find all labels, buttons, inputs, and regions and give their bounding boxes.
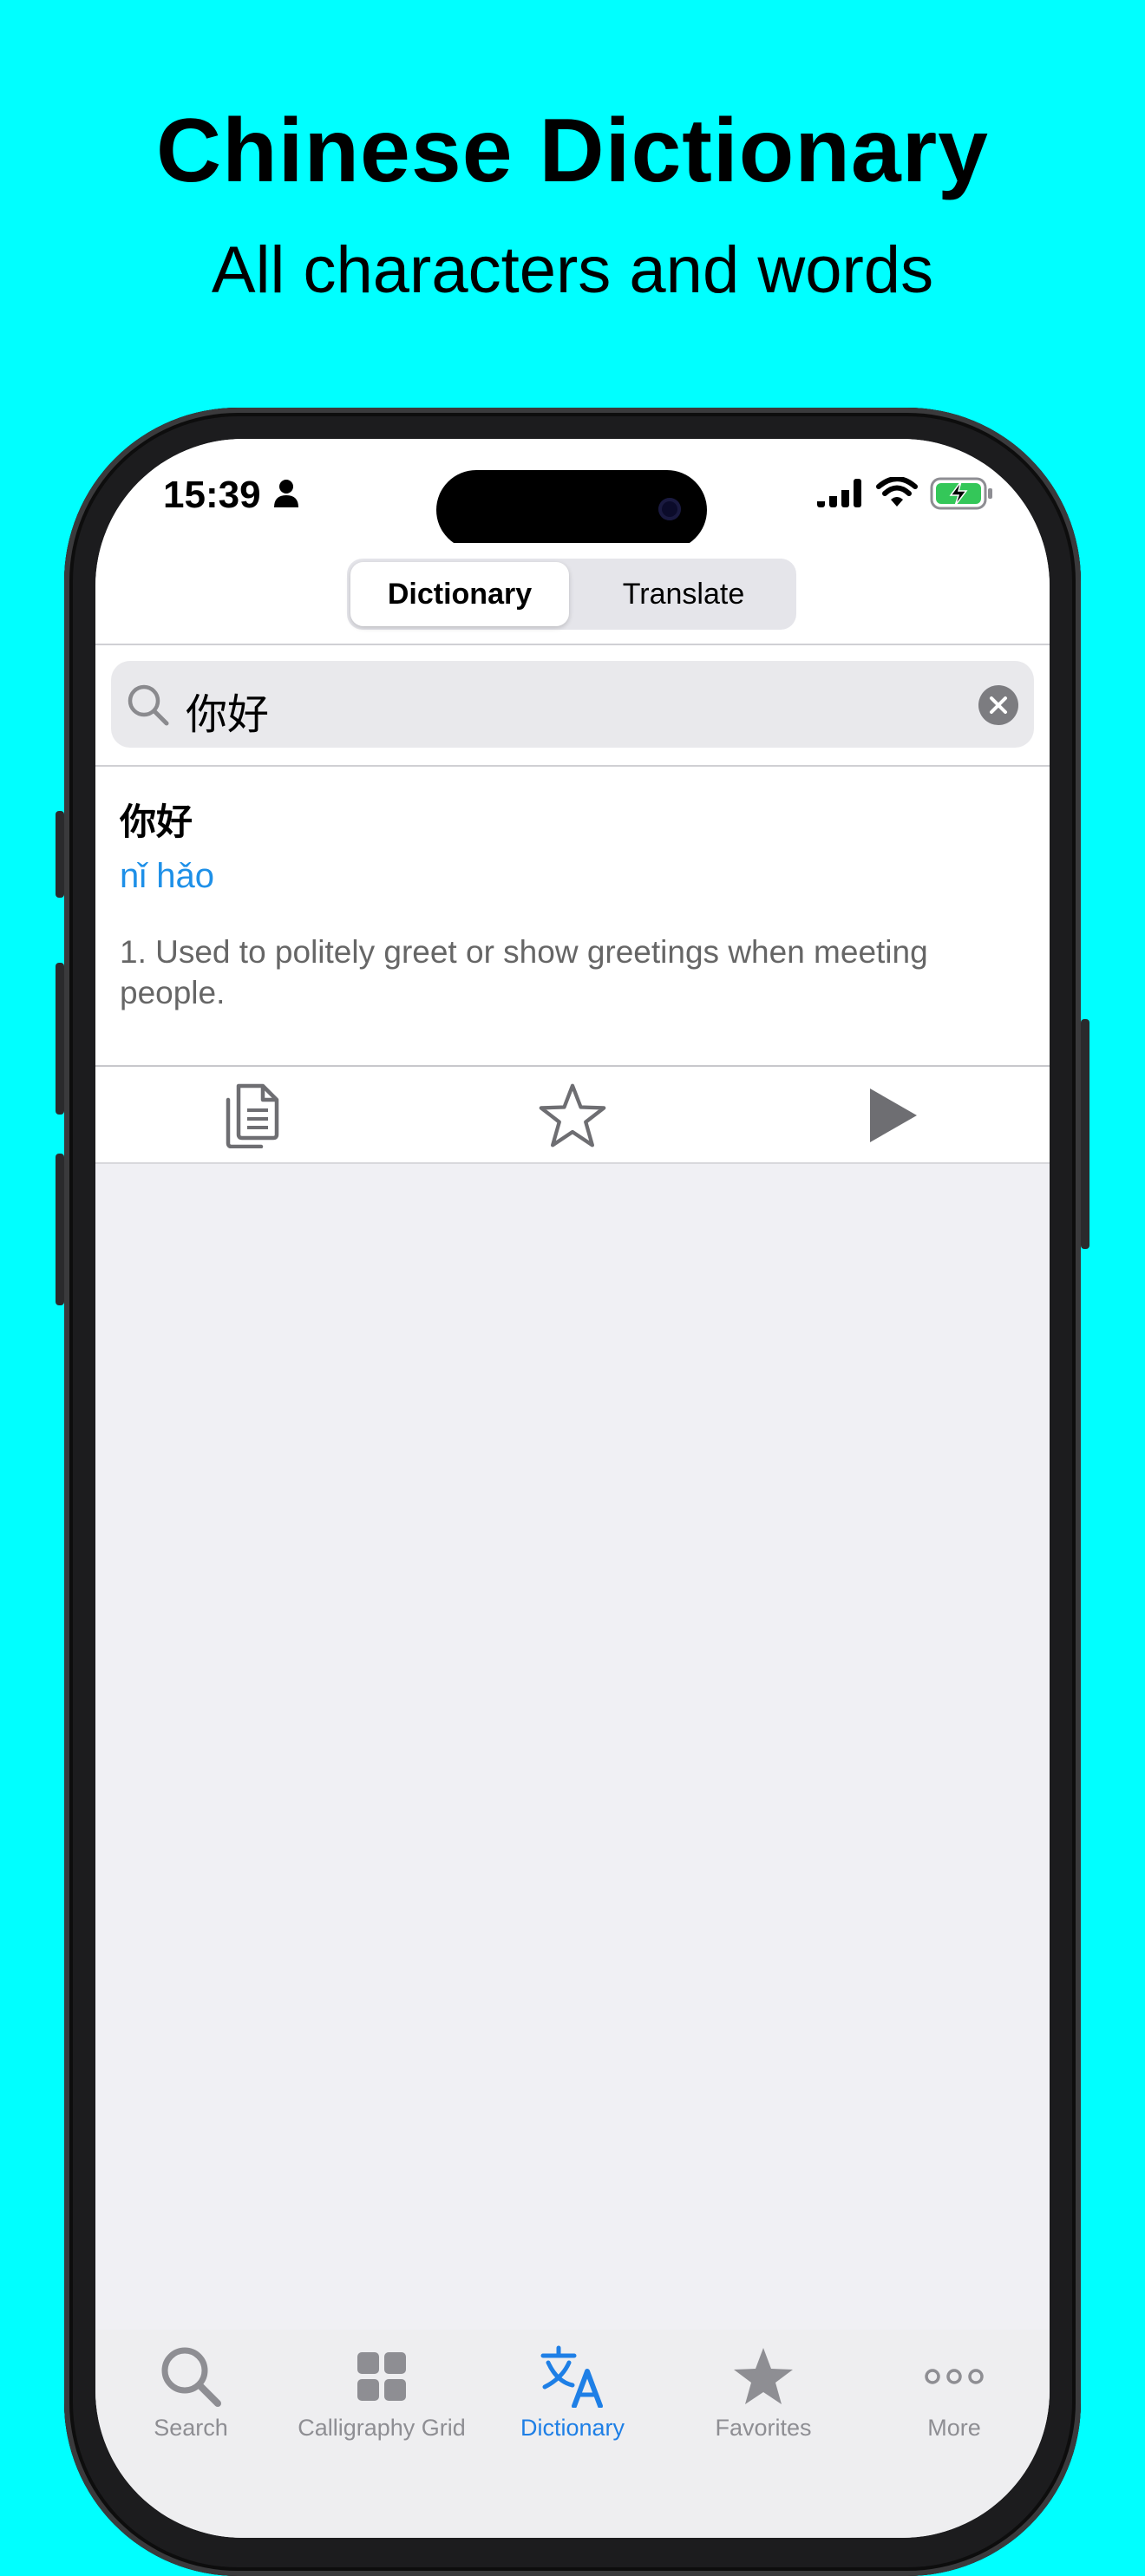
person-icon: [274, 480, 298, 507]
copy-icon: [226, 1083, 279, 1148]
front-camera: [658, 498, 681, 520]
segment-dictionary[interactable]: Dictionary: [350, 562, 569, 626]
power-button: [1081, 1019, 1089, 1249]
tab-label-calligraphy-grid: Calligraphy Grid: [298, 2415, 466, 2441]
status-bar: 15:39: [95, 439, 1050, 550]
tab-label-favorites: Favorites: [715, 2415, 812, 2441]
volume-up-button: [56, 963, 64, 1115]
dictionary-entry[interactable]: 你好 nǐ hǎo 1. Used to politely greet or s…: [95, 767, 1050, 1067]
status-time: 15:39: [163, 474, 261, 516]
segmented-control: Dictionary Translate: [347, 559, 796, 630]
tab-label-search: Search: [154, 2415, 228, 2441]
tab-label-more: More: [927, 2415, 981, 2441]
play-audio-button[interactable]: [859, 1081, 928, 1150]
star-icon: [734, 2348, 793, 2404]
clear-search-icon[interactable]: [978, 685, 1018, 725]
tab-favorites[interactable]: Favorites: [668, 2342, 859, 2442]
battery-charging-icon: [930, 477, 992, 510]
search-input[interactable]: 你好: [111, 661, 1034, 748]
entry-pinyin: nǐ hǎo: [120, 857, 214, 895]
search-query: 你好: [186, 690, 270, 739]
tab-more[interactable]: More: [859, 2342, 1050, 2442]
entry-action-bar: [95, 1067, 1050, 1164]
header-area: Dictionary Translate: [95, 543, 1050, 645]
copy-button[interactable]: [217, 1081, 286, 1150]
star-outline-icon: [539, 1083, 606, 1147]
wifi-icon: [876, 477, 918, 507]
play-icon: [870, 1089, 917, 1142]
entry-definition: 1. Used to politely greet or show greeti…: [120, 934, 928, 1010]
tab-bar: Search Calligraphy Grid Dictionary Favor…: [95, 2330, 1050, 2538]
segment-translate[interactable]: Translate: [574, 562, 793, 626]
tab-label-dictionary: Dictionary: [520, 2415, 625, 2441]
search-bar: 你好: [95, 645, 1050, 767]
search-icon: [161, 2347, 221, 2407]
tab-search[interactable]: Search: [95, 2342, 286, 2442]
promo-title: Chinese Dictionary: [155, 101, 990, 201]
more-icon: [925, 2369, 984, 2384]
entry-word: 你好: [120, 801, 193, 843]
cellular-signal-icon: [817, 479, 861, 507]
volume-down-button: [56, 1154, 64, 1305]
favorite-button[interactable]: [538, 1081, 607, 1150]
phone-screen: 15:39 Dictionary Translate 你好 你好 nǐ hǎo …: [95, 439, 1050, 2538]
translate-icon: [540, 2345, 603, 2408]
dynamic-island: [436, 470, 707, 550]
grid-icon: [357, 2352, 406, 2401]
promo-subtitle: All characters and words: [211, 233, 934, 307]
search-icon: [128, 684, 169, 726]
tab-calligraphy-grid[interactable]: Calligraphy Grid: [286, 2342, 477, 2442]
action-button: [56, 811, 64, 898]
tab-dictionary[interactable]: Dictionary: [477, 2342, 668, 2442]
